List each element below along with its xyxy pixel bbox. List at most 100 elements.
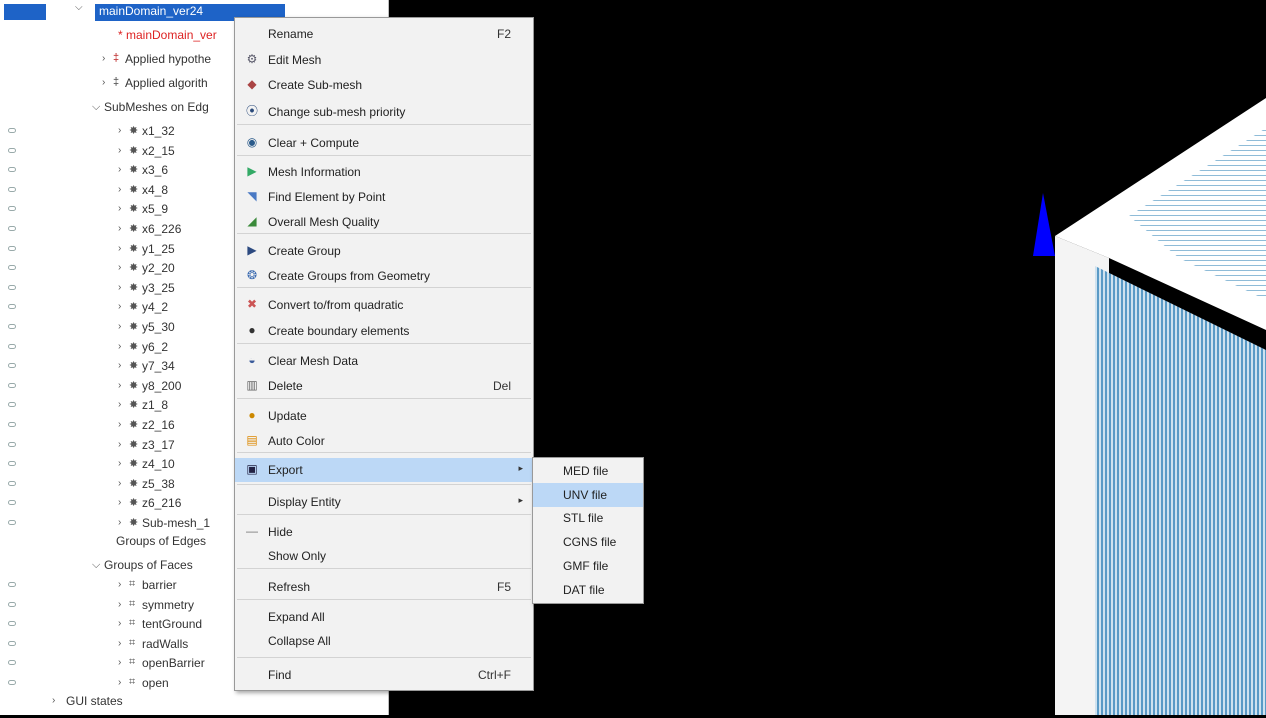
menu-item-clear-compute[interactable]: ◉ Clear + Compute — [235, 131, 533, 155]
tree-edge-submesh-label[interactable]: y6_2 — [142, 340, 168, 354]
tree-face-group-label[interactable]: barrier — [142, 578, 177, 592]
chevron-right-icon[interactable]: › — [118, 262, 121, 273]
menu-item-show-only[interactable]: Show Only — [235, 544, 533, 568]
export-item-med-file[interactable]: MED file — [533, 459, 643, 483]
tree-mesh-label[interactable]: * mainDomain_ver — [118, 28, 217, 42]
menu-item-change-sub-mesh-priority[interactable]: ⦿ Change sub-mesh priority — [235, 100, 533, 124]
tree-edge-submesh-label[interactable]: z3_17 — [142, 438, 175, 452]
visibility-eye-icon[interactable] — [8, 402, 16, 408]
menu-item-hide[interactable]: — Hide — [235, 520, 533, 544]
menu-item-display-entity[interactable]: Display Entity ▸ — [235, 490, 533, 514]
chevron-right-icon[interactable]: › — [118, 657, 121, 668]
chevron-right-icon[interactable]: › — [118, 618, 121, 629]
visibility-eye-icon[interactable] — [8, 304, 16, 310]
chevron-right-icon[interactable]: › — [118, 458, 121, 469]
visibility-eye-icon[interactable] — [8, 324, 16, 329]
tree-edge-submesh-label[interactable]: x1_32 — [142, 124, 175, 138]
visibility-eye-icon[interactable] — [8, 461, 16, 467]
tree-edge-submesh-label[interactable]: y4_2 — [142, 300, 168, 314]
menu-item-overall-mesh-quality[interactable]: ◢ Overall Mesh Quality — [235, 210, 533, 234]
visibility-eye-icon[interactable] — [8, 500, 16, 506]
tree-edge-submesh-label[interactable]: x6_226 — [142, 222, 181, 236]
chevron-right-icon[interactable]: › — [118, 439, 121, 450]
chevron-right-icon[interactable]: › — [118, 282, 121, 293]
visibility-eye-icon[interactable] — [8, 680, 16, 685]
chevron-right-icon[interactable]: › — [118, 164, 121, 175]
chevron-right-icon[interactable]: › — [118, 497, 121, 508]
chevron-right-icon[interactable]: › — [118, 360, 121, 371]
tree-groups-faces-label[interactable]: Groups of Faces — [104, 558, 193, 572]
visibility-eye-icon[interactable] — [8, 422, 16, 427]
menu-item-export[interactable]: ▣ Export ▸ — [235, 458, 533, 482]
visibility-eye-icon[interactable] — [8, 640, 16, 646]
chevron-right-icon[interactable]: › — [118, 203, 121, 214]
chevron-right-icon[interactable]: › — [102, 53, 105, 64]
tree-edge-submesh-label[interactable]: x3_6 — [142, 163, 168, 177]
menu-item-find[interactable]: Find Ctrl+F — [235, 663, 533, 687]
menu-item-create-boundary-elements[interactable]: ● Create boundary elements — [235, 319, 533, 343]
chevron-down-icon[interactable]: ⌵ — [92, 559, 100, 572]
tree-edge-submesh-label[interactable]: z4_10 — [142, 457, 175, 471]
tree-edge-submesh-label[interactable]: y1_25 — [142, 242, 175, 256]
visibility-eye-icon[interactable] — [8, 206, 16, 212]
chevron-right-icon[interactable]: › — [118, 223, 121, 234]
export-item-dat-file[interactable]: DAT file — [533, 578, 643, 602]
tree-edge-submesh-label[interactable]: x2_15 — [142, 144, 175, 158]
chevron-right-icon[interactable]: › — [118, 145, 121, 156]
chevron-right-icon[interactable]: › — [118, 677, 121, 688]
visibility-eye-icon[interactable] — [8, 186, 16, 192]
visibility-eye-icon[interactable] — [8, 660, 16, 666]
visibility-eye-icon[interactable] — [8, 167, 16, 173]
chevron-right-icon[interactable]: › — [118, 321, 121, 332]
chevron-right-icon[interactable]: › — [118, 184, 121, 195]
chevron-right-icon[interactable]: › — [118, 380, 121, 391]
chevron-right-icon[interactable]: › — [118, 341, 121, 352]
tree-edge-submesh-label[interactable]: y3_25 — [142, 281, 175, 295]
visibility-eye-icon[interactable] — [8, 245, 16, 251]
chevron-right-icon[interactable]: › — [118, 125, 121, 136]
visibility-eye-icon[interactable] — [8, 601, 16, 607]
visibility-eye-icon[interactable] — [8, 265, 16, 271]
menu-item-edit-mesh[interactable]: ⚙ Edit Mesh — [235, 48, 533, 72]
tree-edge-submesh-label[interactable]: y2_20 — [142, 261, 175, 275]
menu-item-rename[interactable]: Rename F2 — [235, 22, 533, 46]
menu-item-refresh[interactable]: Refresh F5 — [235, 575, 533, 599]
visibility-eye-icon[interactable] — [8, 441, 16, 447]
tree-edge-submesh-label[interactable]: y7_34 — [142, 359, 175, 373]
chevron-right-icon[interactable]: › — [118, 419, 121, 430]
tree-edge-submesh-label[interactable]: Sub-mesh_1 — [142, 516, 210, 530]
menu-item-auto-color[interactable]: ▤ Auto Color — [235, 429, 533, 453]
menu-item-create-groups-from-geometry[interactable]: ❂ Create Groups from Geometry — [235, 264, 533, 288]
tree-edge-submesh-label[interactable]: x5_9 — [142, 202, 168, 216]
tree-edge-submesh-label[interactable]: z6_216 — [142, 496, 181, 510]
menu-item-convert-to-from-quadratic[interactable]: ✖ Convert to/from quadratic — [235, 293, 533, 317]
visibility-eye-icon[interactable] — [8, 128, 16, 133]
tree-edge-submesh-label[interactable]: z1_8 — [142, 398, 168, 412]
export-item-unv-file[interactable]: UNV file — [533, 482, 643, 507]
tree-submeshes-label[interactable]: SubMeshes on Edg — [104, 100, 209, 114]
tree-alg-label[interactable]: Applied algorith — [125, 76, 208, 90]
menu-item-update[interactable]: ● Update — [235, 404, 533, 428]
chevron-right-icon[interactable]: › — [118, 599, 121, 610]
tree-edge-submesh-label[interactable]: z2_16 — [142, 418, 175, 432]
tree-edge-submesh-label[interactable]: z5_38 — [142, 477, 175, 491]
menu-item-clear-mesh-data[interactable]: ◒ Clear Mesh Data — [235, 349, 533, 373]
chevron-down-icon[interactable]: ⌵ — [92, 101, 100, 114]
chevron-right-icon[interactable]: › — [118, 517, 121, 528]
menu-item-find-element-by-point[interactable]: ◥ Find Element by Point — [235, 185, 533, 209]
visibility-eye-icon[interactable] — [8, 621, 16, 627]
tree-edge-submesh-label[interactable]: y5_30 — [142, 320, 175, 334]
visibility-eye-icon[interactable] — [8, 480, 16, 486]
chevron-right-icon[interactable]: › — [118, 301, 121, 312]
menu-item-delete[interactable]: ▥ Delete Del — [235, 374, 533, 398]
tree-face-group-label[interactable]: openBarrier — [142, 656, 205, 670]
tree-face-group-label[interactable]: tentGround — [142, 617, 202, 631]
tree-root-label[interactable]: mainDomain_ver24 — [99, 4, 203, 18]
axis-arrow-icon[interactable] — [1033, 193, 1055, 256]
chevron-right-icon[interactable]: › — [118, 243, 121, 254]
tree-edge-submesh-label[interactable]: x4_8 — [142, 183, 168, 197]
visibility-eye-icon[interactable] — [8, 363, 16, 369]
visibility-eye-icon[interactable] — [8, 582, 16, 587]
export-item-stl-file[interactable]: STL file — [533, 506, 643, 530]
visibility-eye-icon[interactable] — [8, 382, 16, 388]
